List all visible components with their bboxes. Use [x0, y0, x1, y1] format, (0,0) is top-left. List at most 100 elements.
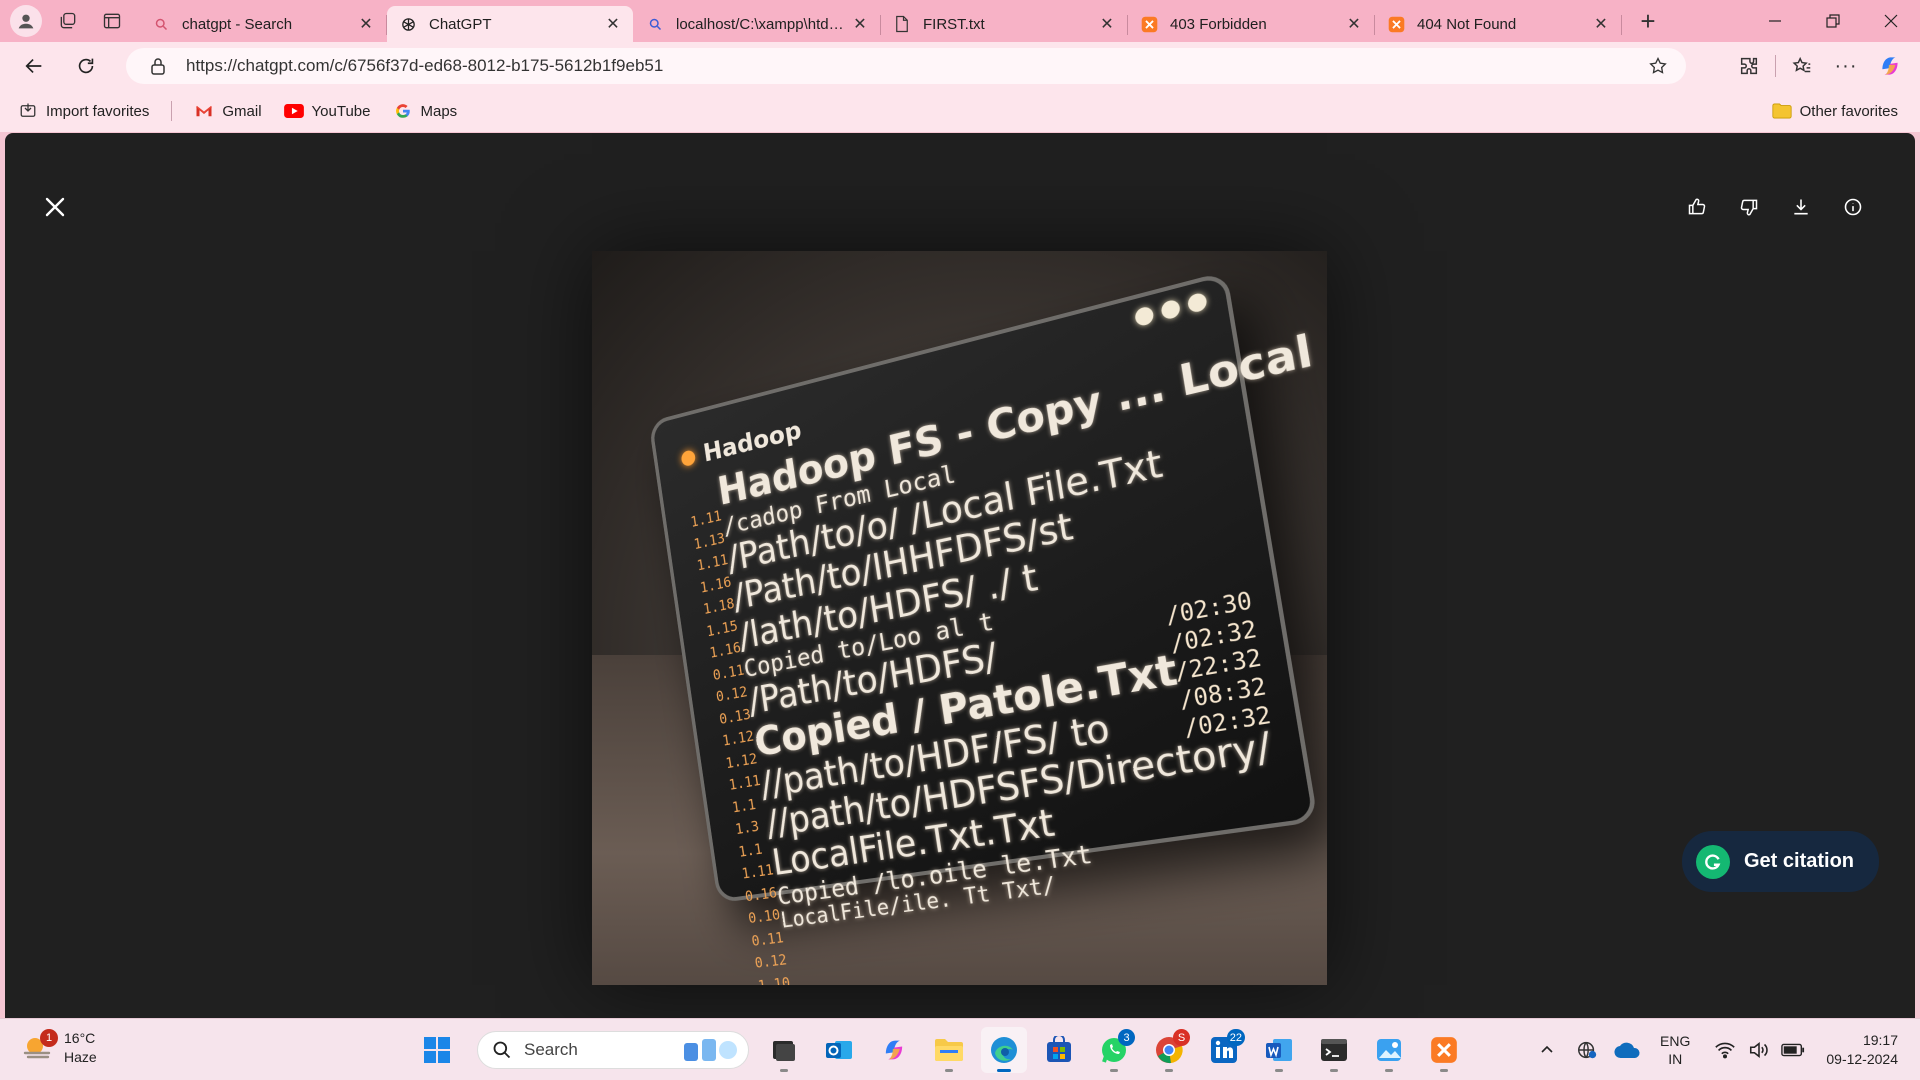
system-tray: ENG IN 19:17 09-12-2024: [1522, 1019, 1920, 1080]
new-tab-button[interactable]: +: [1630, 5, 1666, 37]
get-citation-button[interactable]: Get citation: [1682, 831, 1879, 892]
profile-button[interactable]: [10, 5, 42, 37]
tray-volume[interactable]: [1744, 1035, 1774, 1065]
close-tab-icon[interactable]: ✕: [1591, 14, 1611, 34]
tab-title: FIRST.txt: [923, 16, 1097, 33]
taskbar-app-xampp[interactable]: [1421, 1027, 1467, 1073]
weather-notification-badge: 1: [40, 1029, 58, 1047]
folder-icon: [1772, 101, 1792, 121]
tab-title: 404 Not Found: [1417, 16, 1591, 33]
favorite-label: Import favorites: [46, 103, 149, 120]
globe-alert-icon: [1576, 1039, 1598, 1061]
url-text[interactable]: https://chatgpt.com/c/6756f37d-ed68-8012…: [186, 56, 1644, 76]
show-hidden-icons-button[interactable]: [1532, 1035, 1562, 1065]
tray-network-status[interactable]: [1572, 1035, 1602, 1065]
region-code: IN: [1660, 1050, 1690, 1068]
taskbar-app-folder[interactable]: [926, 1027, 972, 1073]
info-button[interactable]: [1827, 187, 1879, 227]
copilot-icon: [880, 1036, 908, 1064]
edge-icon: [989, 1035, 1019, 1065]
restore-icon: [1826, 14, 1840, 28]
battery-icon: [1781, 1043, 1805, 1057]
back-arrow-icon: [23, 55, 45, 77]
workspaces-button[interactable]: [50, 5, 86, 37]
notification-badge: S: [1173, 1029, 1190, 1046]
lock-icon[interactable]: [148, 56, 168, 76]
taskbar-app-word[interactable]: [1256, 1027, 1302, 1073]
close-tab-icon[interactable]: ✕: [603, 14, 623, 34]
tray-wifi[interactable]: [1710, 1035, 1740, 1065]
copilot-button[interactable]: [1868, 48, 1912, 84]
running-indicator: [1330, 1069, 1338, 1072]
taskbar-app-outlook[interactable]: [816, 1027, 862, 1073]
dislike-button[interactable]: [1723, 187, 1775, 227]
restore-button[interactable]: [1804, 0, 1862, 42]
minimize-button[interactable]: [1746, 0, 1804, 42]
photos-icon: [1375, 1036, 1403, 1064]
notification-badge: 3: [1118, 1029, 1135, 1046]
thumbs-down-icon: [1739, 197, 1759, 217]
other-favorites[interactable]: Other favorites: [1768, 96, 1902, 126]
close-tab-icon[interactable]: ✕: [850, 14, 870, 34]
window-controls: [1746, 0, 1920, 42]
outlook-icon: [825, 1036, 853, 1064]
image-viewer: Hadoop 1.11 1.13 1.11 1.16 1.18 1.15 1.16 0.11 0…: [5, 133, 1915, 1018]
taskbar-app-terminal[interactable]: [1311, 1027, 1357, 1073]
close-tab-icon[interactable]: ✕: [1097, 14, 1117, 34]
navigation-bar: https://chatgpt.com/c/6756f37d-ed68-8012…: [0, 42, 1920, 90]
taskbar-app-photos[interactable]: [1366, 1027, 1412, 1073]
extensions-button[interactable]: [1727, 48, 1771, 84]
start-button[interactable]: [414, 1027, 460, 1073]
back-button[interactable]: [14, 48, 54, 84]
taskbar-search[interactable]: Search: [477, 1031, 749, 1069]
weather-widget[interactable]: 1 16°C Haze: [22, 1029, 97, 1067]
favorite-maps[interactable]: Maps: [389, 96, 462, 126]
input-language-indicator[interactable]: ENG IN: [1660, 1032, 1690, 1068]
taskbar-clock[interactable]: 19:17 09-12-2024: [1826, 1031, 1898, 1069]
close-viewer-button[interactable]: [35, 187, 75, 227]
download-icon: [1791, 197, 1811, 217]
tray-battery[interactable]: [1778, 1035, 1808, 1065]
tab-404-not-found[interactable]: 404 Not Found ✕: [1375, 6, 1621, 42]
favorite-gmail[interactable]: Gmail: [190, 96, 265, 126]
xampp-icon: [1140, 15, 1158, 33]
taskbar-app-file-explorer-dark[interactable]: [761, 1027, 807, 1073]
taskbar-app-linkedin[interactable]: 22: [1201, 1027, 1247, 1073]
favorite-label: Gmail: [222, 103, 261, 120]
tab-403-forbidden[interactable]: 403 Forbidden ✕: [1128, 6, 1374, 42]
vertical-tabs-button[interactable]: [94, 5, 130, 37]
running-indicator: [780, 1069, 788, 1072]
settings-more-button[interactable]: ···: [1824, 48, 1868, 84]
favorite-youtube[interactable]: YouTube: [280, 96, 375, 126]
favorite-star-icon[interactable]: [1644, 52, 1672, 80]
search-icon: [152, 15, 170, 33]
refresh-button[interactable]: [66, 48, 106, 84]
tab-first-txt[interactable]: FIRST.txt ✕: [881, 6, 1127, 42]
like-button[interactable]: [1671, 187, 1723, 227]
taskbar-app-whatsapp[interactable]: 3: [1091, 1027, 1137, 1073]
favorites-button[interactable]: [1780, 48, 1824, 84]
download-button[interactable]: [1775, 187, 1827, 227]
copilot-icon: [1877, 53, 1903, 79]
toolbar-separator: [1775, 55, 1776, 77]
tab-title: localhost/C:\xampp\htdocs: [676, 16, 850, 33]
tray-onedrive[interactable]: [1612, 1035, 1642, 1065]
tab-title: chatgpt - Search: [182, 16, 356, 33]
status-dot: [681, 449, 697, 467]
tab-chatgpt[interactable]: ChatGPT ✕: [387, 6, 633, 42]
taskbar-app-copilot[interactable]: [871, 1027, 917, 1073]
search-icon: [492, 1040, 512, 1060]
address-bar[interactable]: https://chatgpt.com/c/6756f37d-ed68-8012…: [126, 48, 1686, 84]
taskbar-app-chrome[interactable]: S: [1146, 1027, 1192, 1073]
taskbar-app-store[interactable]: [1036, 1027, 1082, 1073]
favorite-import[interactable]: Import favorites: [14, 96, 153, 126]
close-window-button[interactable]: [1862, 0, 1920, 42]
search-highlight-icon: [680, 1035, 740, 1065]
get-citation-label: Get citation: [1744, 850, 1854, 873]
close-tab-icon[interactable]: ✕: [356, 14, 376, 34]
tab-chatgpt-search[interactable]: chatgpt - Search ✕: [140, 6, 386, 42]
close-tab-icon[interactable]: ✕: [1344, 14, 1364, 34]
tab-localhost[interactable]: localhost/C:\xampp\htdocs ✕: [634, 6, 880, 42]
taskbar-app-edge[interactable]: [981, 1027, 1027, 1073]
favorites-bar: Import favorites Gmail YouTube Maps Othe…: [0, 90, 1920, 132]
